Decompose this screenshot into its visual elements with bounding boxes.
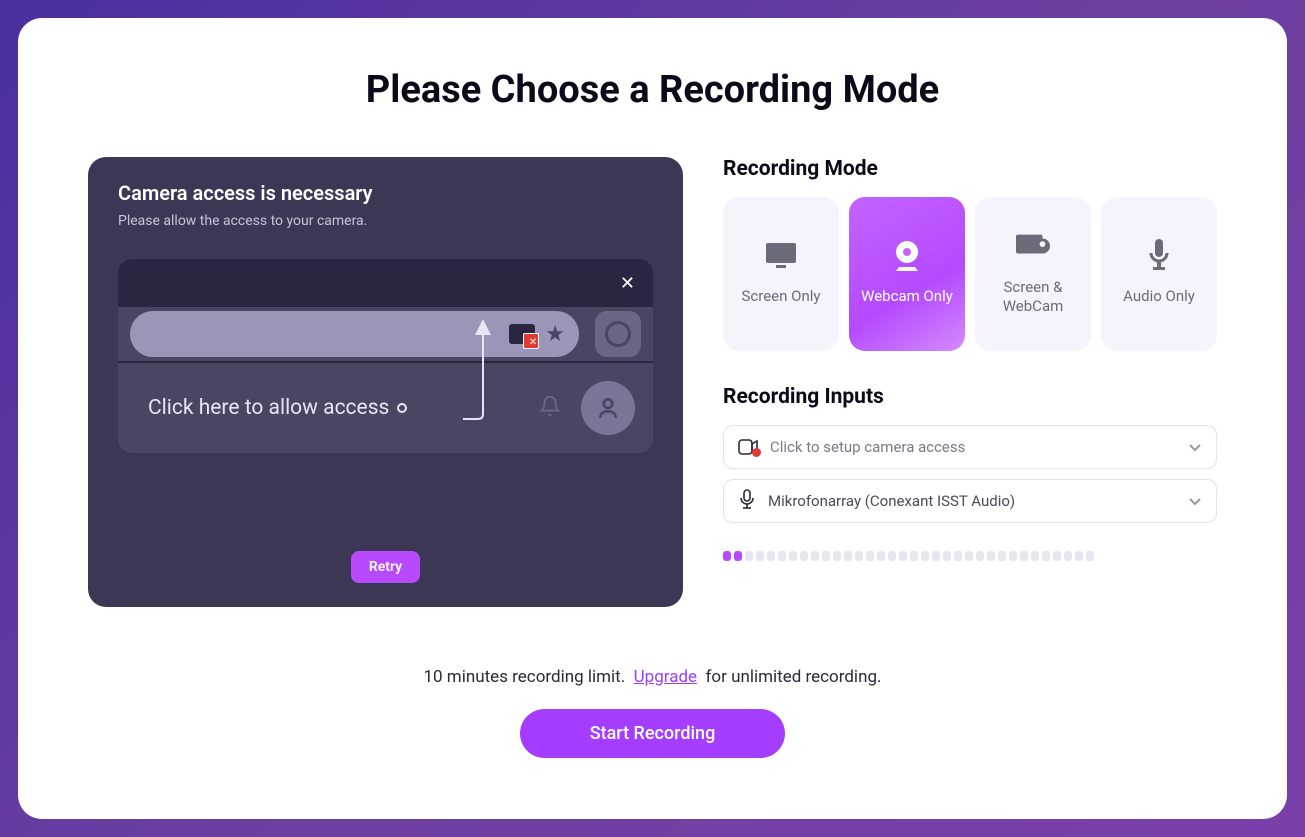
level-segment [800,551,808,561]
monitor-icon [764,241,798,269]
right-col: Recording Mode Screen Only Webcam Only [723,157,1217,607]
level-segment [965,551,973,561]
level-segment [954,551,962,561]
mode-audio-only[interactable]: Audio Only [1101,197,1217,351]
start-recording-button[interactable]: Start Recording [520,709,786,758]
page-title: Please Choose a Recording Mode [88,68,1217,112]
star-icon: ★ [545,322,565,347]
level-segment [943,551,951,561]
panel-sub: Please allow the access to your camera. [118,213,653,229]
level-segment [1053,551,1061,561]
address-bar-mock: ✕ ★ [130,311,579,357]
level-segment [822,551,830,561]
level-segment [932,551,940,561]
screen-webcam-icon [1016,232,1050,260]
chevron-down-icon [1188,492,1202,511]
camera-icon [738,439,758,455]
level-segment [789,551,797,561]
browser-mock: ✕ ✕ ★ Click here to allow access [118,259,653,453]
level-segment [723,551,731,561]
level-segment [767,551,775,561]
level-segment [1009,551,1017,561]
level-segment [1031,551,1039,561]
level-segment [998,551,1006,561]
webcam-icon [890,241,924,269]
level-segment [899,551,907,561]
level-segment [811,551,819,561]
level-segment [910,551,918,561]
level-segment [778,551,786,561]
level-segment [1020,551,1028,561]
level-segment [921,551,929,561]
retry-button[interactable]: Retry [351,551,420,583]
left-col: Camera access is necessary Please allow … [88,157,683,607]
footer: 10 minutes recording limit. Upgrade for … [88,667,1217,758]
level-segment [1086,551,1094,561]
recording-inputs-heading: Recording Inputs [723,385,1217,409]
recording-mode-heading: Recording Mode [723,157,1217,181]
level-segment [987,551,995,561]
level-segment [866,551,874,561]
camera-blocked-icon: ✕ [509,324,535,344]
upgrade-link[interactable]: Upgrade [634,667,697,687]
pointer-dot-icon [397,403,407,413]
mode-grid: Screen Only Webcam Only Screen & WebCam [723,197,1217,351]
level-segment [844,551,852,561]
limit-text: 10 minutes recording limit. Upgrade for … [88,667,1217,687]
close-icon: ✕ [620,273,635,294]
columns: Camera access is necessary Please allow … [88,157,1217,607]
level-segment [756,551,764,561]
extension-icon [595,311,641,357]
level-segment [745,551,753,561]
level-segment [734,551,742,561]
bell-icon [539,394,561,422]
camera-access-panel: Camera access is necessary Please allow … [88,157,683,607]
mic-input-select[interactable]: Mikrofonarray (Conexant ISST Audio) [723,479,1217,523]
mode-screen-webcam[interactable]: Screen & WebCam [975,197,1091,351]
level-segment [877,551,885,561]
level-segment [1075,551,1083,561]
audio-level-meter [723,551,1217,561]
panel-heading: Camera access is necessary [118,181,653,205]
camera-input-select[interactable]: Click to setup camera access [723,425,1217,469]
avatar-icon [581,381,635,435]
level-segment [888,551,896,561]
click-here-text: Click here to allow access [148,396,407,420]
mic-input-text: Mikrofonarray (Conexant ISST Audio) [768,492,1176,510]
microphone-icon [1142,241,1176,269]
mode-webcam-only[interactable]: Webcam Only [849,197,965,351]
level-segment [833,551,841,561]
camera-input-text: Click to setup camera access [770,438,1176,456]
chevron-down-icon [1188,438,1202,457]
level-segment [1042,551,1050,561]
level-segment [1064,551,1072,561]
level-segment [976,551,984,561]
main-card: Please Choose a Recording Mode Camera ac… [18,18,1287,819]
microphone-icon [738,489,756,513]
level-segment [855,551,863,561]
mode-screen-only[interactable]: Screen Only [723,197,839,351]
